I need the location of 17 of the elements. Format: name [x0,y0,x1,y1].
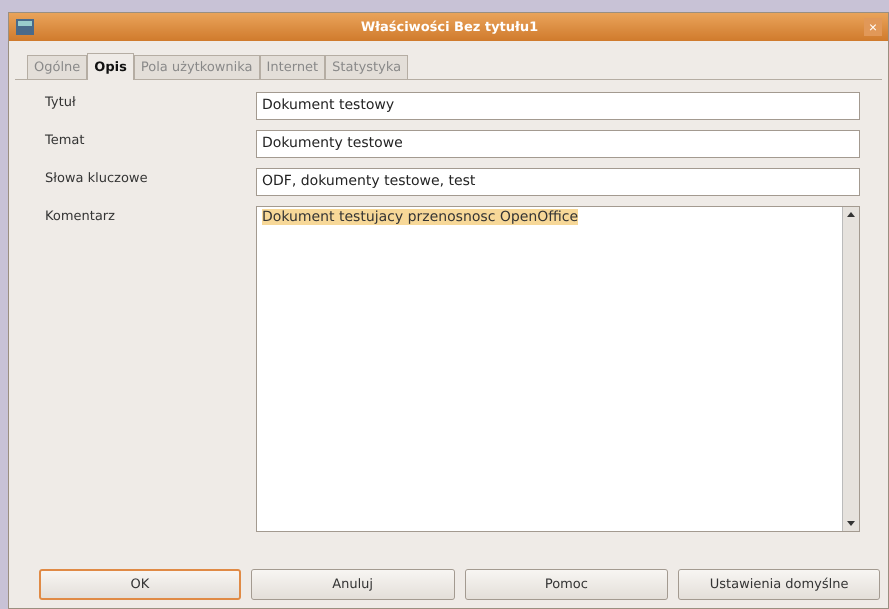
dialog-button[interactable]: Anuluj [250,569,454,600]
window-title: Właściwości Bez tytułu1 [360,20,540,34]
dialog-button[interactable]: OK [39,569,241,600]
field-label: Słowa kluczowe [45,170,149,188]
dialog-button[interactable]: Pomoc [464,569,668,600]
tab[interactable]: Opis [87,53,134,80]
input-field[interactable]: Dokumenty testowe [256,130,860,158]
comment-text: Dokument testujacy przenosnosc OpenOffice [262,209,578,225]
input-field[interactable]: ODF, dokumenty testowe, test [256,168,860,196]
dialog-button[interactable]: Ustawienia domyślne [678,569,880,600]
field-label: Tytuł [45,94,77,112]
field-label: Komentarz [45,208,116,226]
input-field[interactable]: Dokument testowy [256,92,860,120]
comment-field[interactable]: Dokument testujacy przenosnosc OpenOffice [256,206,860,532]
scrollbar[interactable] [842,207,859,531]
app-icon [15,18,35,36]
field-label: Temat [45,132,86,150]
